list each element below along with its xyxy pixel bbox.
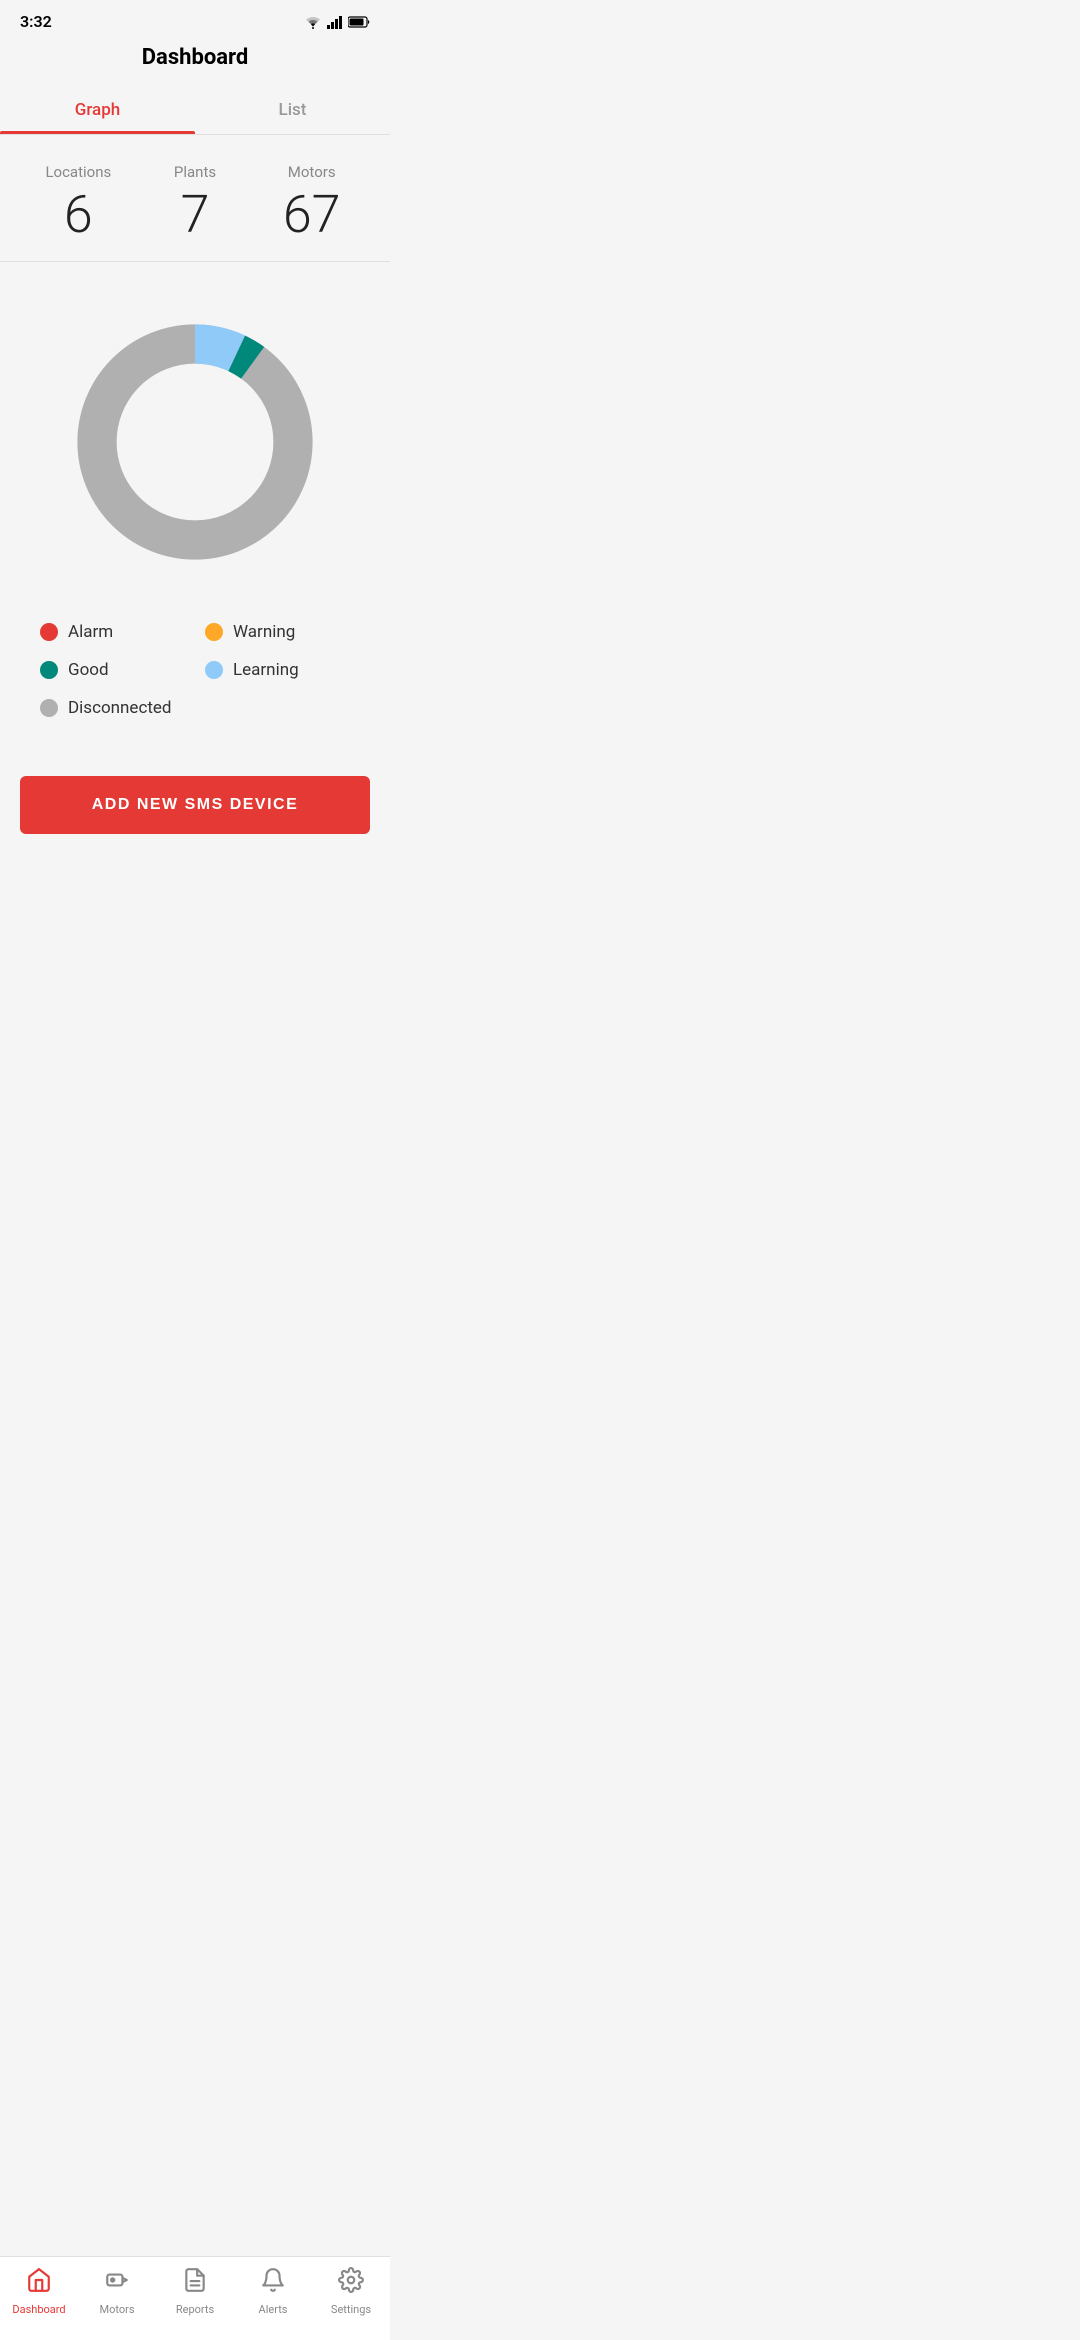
segment-disconnected [97,344,293,540]
nav-settings[interactable]: Settings [312,2267,390,2316]
bottom-nav: Dashboard Motors Reports [0,2256,390,2340]
legend-learning: Learning [205,660,350,680]
nav-motors[interactable]: Motors [78,2267,156,2316]
stat-plants: Plants 7 [137,163,254,241]
legend-alarm: Alarm [40,622,185,642]
legend-row-1: Alarm Warning [40,622,350,642]
legend-disconnected: Disconnected [40,698,185,718]
disconnected-label: Disconnected [68,698,172,718]
legend-placeholder [205,698,350,718]
alarm-label: Alarm [68,622,113,642]
settings-icon [338,2267,364,2299]
stat-motors-label: Motors [253,163,370,181]
warning-dot [205,623,223,641]
tab-list[interactable]: List [195,86,390,134]
learning-label: Learning [233,660,299,680]
stats-row: Locations 6 Plants 7 Motors 67 [0,135,390,262]
motors-icon [104,2267,130,2299]
legend-warning: Warning [205,622,350,642]
stat-motors: Motors 67 [253,163,370,241]
dashboard-icon [26,2267,52,2299]
wifi-icon [304,15,322,29]
nav-reports-label: Reports [176,2303,214,2316]
learning-dot [205,661,223,679]
nav-alerts-label: Alerts [259,2303,288,2316]
nav-dashboard-label: Dashboard [12,2303,65,2316]
stat-locations-label: Locations [20,163,137,181]
good-label: Good [68,660,109,680]
warning-label: Warning [233,622,295,642]
stat-plants-value: 7 [137,189,254,241]
chart-section [0,262,390,602]
nav-reports[interactable]: Reports [156,2267,234,2316]
stat-plants-label: Plants [137,163,254,181]
tab-bar: Graph List [0,86,390,135]
status-bar: 3:32 [0,0,390,35]
signal-icon [327,15,343,29]
status-icons [304,15,370,29]
reports-icon [182,2267,208,2299]
stat-motors-value: 67 [253,189,370,241]
add-button-section: ADD NEW SMS DEVICE [0,746,390,854]
disconnected-dot [40,699,58,717]
legend-row-3: Disconnected [40,698,350,718]
donut-chart [55,302,335,582]
nav-settings-label: Settings [331,2303,371,2316]
page-title: Dashboard [0,45,390,70]
good-dot [40,661,58,679]
alarm-dot [40,623,58,641]
tab-graph[interactable]: Graph [0,86,195,134]
header: Dashboard [0,35,390,86]
stat-locations-value: 6 [20,189,137,241]
add-sms-device-button[interactable]: ADD NEW SMS DEVICE [20,776,370,834]
legend-section: Alarm Warning Good Learning Disconnected [0,602,390,746]
nav-dashboard[interactable]: Dashboard [0,2267,78,2316]
legend-good: Good [40,660,185,680]
status-time: 3:32 [20,12,52,31]
stat-locations: Locations 6 [20,163,137,241]
donut-svg [55,302,335,582]
nav-motors-label: Motors [99,2303,134,2316]
battery-icon [348,16,370,28]
legend-row-2: Good Learning [40,660,350,680]
alerts-icon [260,2267,286,2299]
nav-alerts[interactable]: Alerts [234,2267,312,2316]
